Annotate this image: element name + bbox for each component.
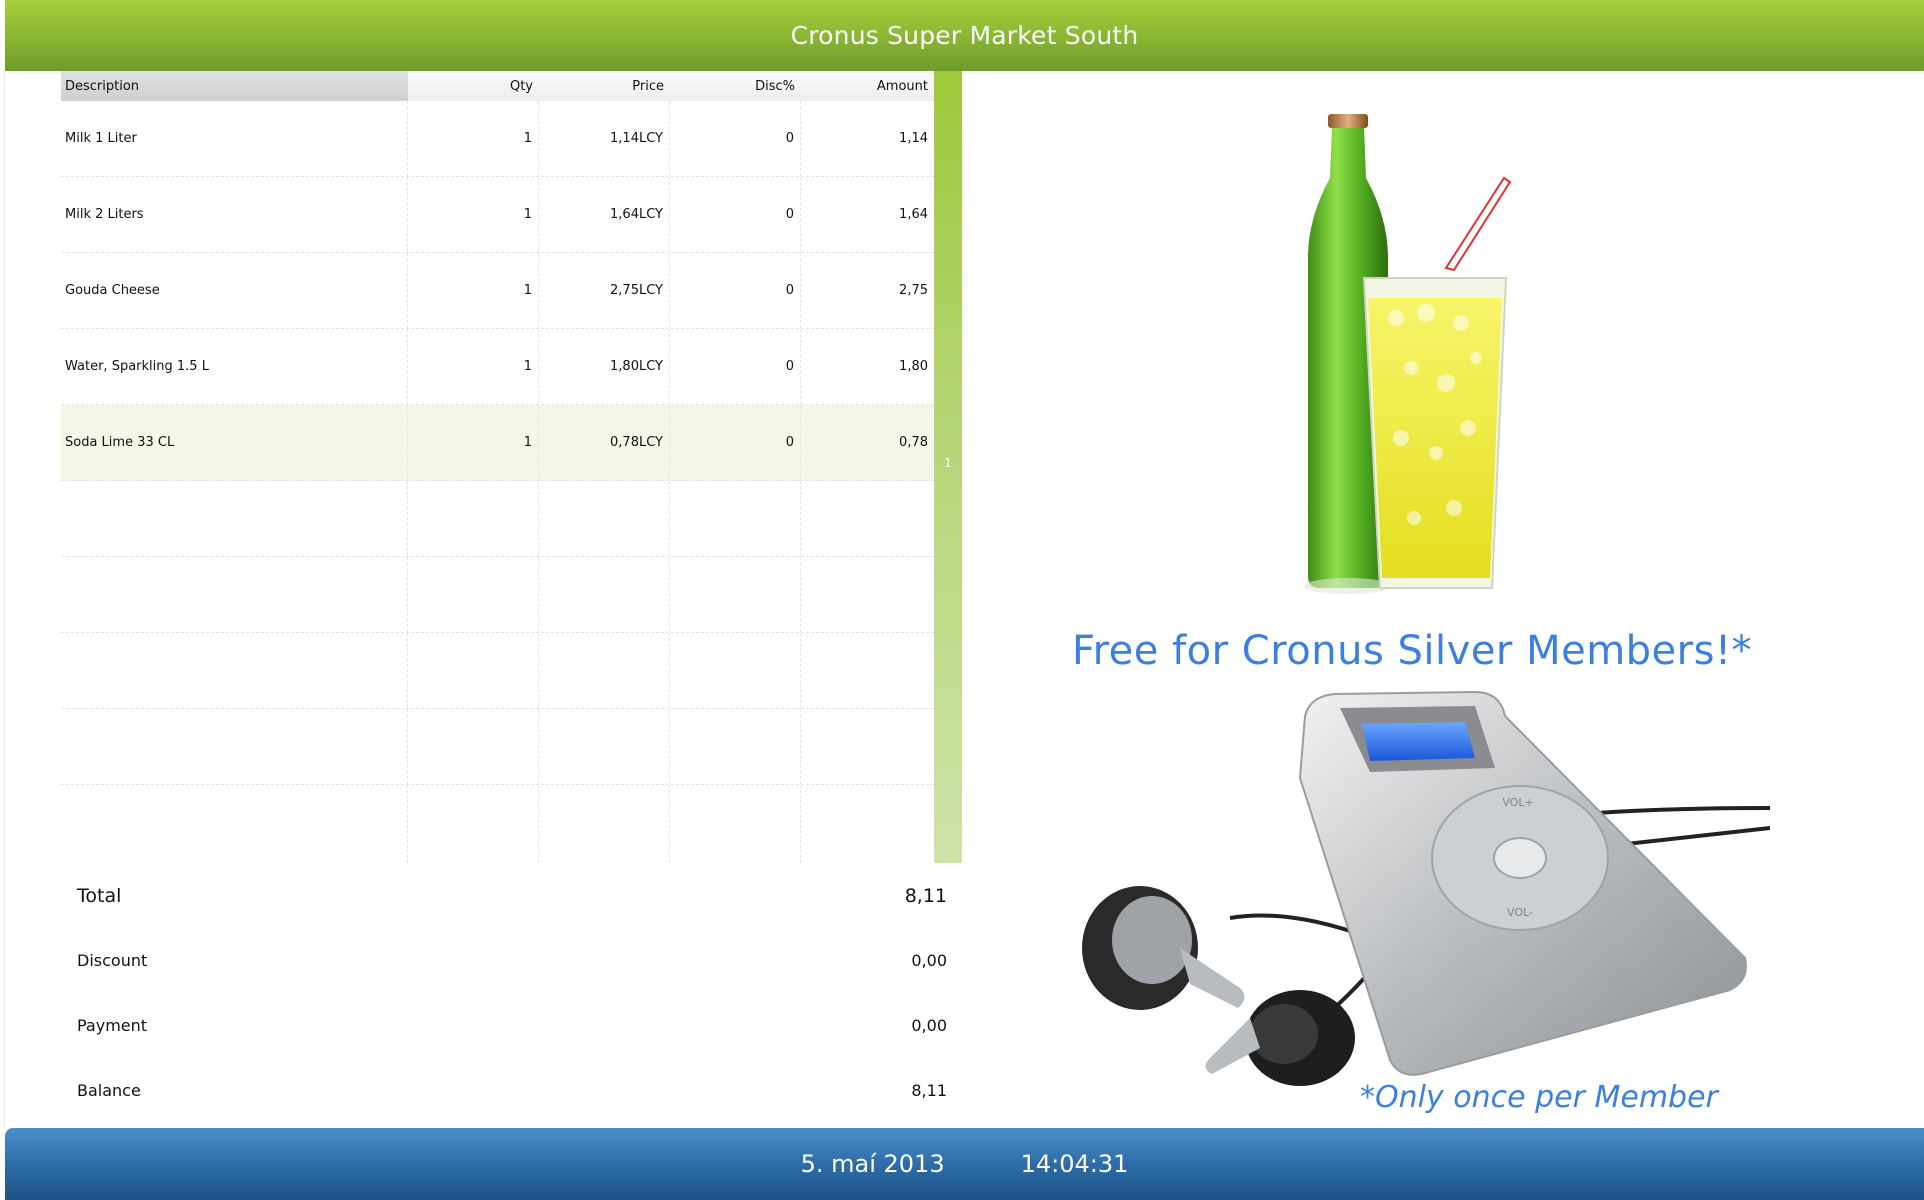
cell-price: 1,14LCY [539, 101, 670, 176]
empty-cell [61, 709, 408, 784]
empty-cell [801, 785, 934, 863]
footer-time: 14:04:31 [1020, 1150, 1129, 1178]
cell-price: 1,64LCY [539, 177, 670, 252]
cell-disc: 0 [670, 253, 801, 328]
vol-down-label: VOL- [1507, 906, 1533, 919]
cell-disc: 0 [670, 329, 801, 404]
grid-scrollbar[interactable]: 1 [934, 71, 962, 863]
empty-row [61, 709, 934, 785]
discount-label: Discount [77, 951, 148, 970]
soda-drink-image [1304, 114, 1512, 594]
cell-qty: 1 [408, 405, 539, 480]
mp3-player-image: VOL+ VOL- [1082, 690, 1770, 1086]
cell-disc: 0 [670, 101, 801, 176]
grid-header-row: Description Qty Price Disc% Amount [61, 71, 934, 101]
cell-qty: 1 [408, 329, 539, 404]
payment-value: 0,00 [911, 1016, 947, 1035]
footer-date: 5. maí 2013 [800, 1150, 945, 1178]
empty-cell [408, 557, 539, 632]
payment-row: Payment 0,00 [77, 1016, 947, 1035]
scroll-page-label: 1 [944, 456, 952, 470]
cell-price: 1,80LCY [539, 329, 670, 404]
left-edge [0, 71, 5, 1128]
col-header-description[interactable]: Description [61, 71, 408, 101]
empty-cell [61, 557, 408, 632]
discount-value: 0,00 [911, 951, 947, 970]
totals-panel: Total 8,11 Discount 0,00 Payment 0,00 Ba… [61, 865, 961, 1125]
empty-cell [801, 557, 934, 632]
cell-disc: 0 [670, 177, 801, 252]
empty-row [61, 785, 934, 863]
cell-price: 2,75LCY [539, 253, 670, 328]
col-header-disc[interactable]: Disc% [670, 71, 801, 101]
total-row: Total 8,11 [77, 885, 947, 907]
empty-cell [801, 709, 934, 784]
col-header-qty[interactable]: Qty [408, 71, 539, 101]
cell-description: Gouda Cheese [61, 253, 408, 328]
customer-display: { "header": { "title": "Cronus Super Mar… [0, 0, 1924, 1200]
table-row[interactable]: Milk 2 Liters 1 1,64LCY 0 1,64 [61, 177, 934, 253]
table-row[interactable]: Milk 1 Liter 1 1,14LCY 0 1,14 [61, 101, 934, 177]
empty-cell [61, 785, 408, 863]
cell-qty: 1 [408, 177, 539, 252]
payment-label: Payment [77, 1016, 148, 1035]
ad-headline: Free for Cronus Silver Members!* [1071, 628, 1752, 674]
cell-amount: 1,14 [899, 131, 928, 146]
cell-price: 0,78LCY [539, 405, 670, 480]
discount-row: Discount 0,00 [77, 951, 947, 970]
receipt-grid: Description Qty Price Disc% Amount Milk … [61, 71, 934, 863]
empty-cell [408, 785, 539, 863]
store-name: Cronus Super Market South [790, 21, 1139, 50]
cell-description: Milk 1 Liter [61, 101, 408, 176]
empty-cell [408, 709, 539, 784]
cell-amount: 1,80 [899, 359, 928, 374]
empty-cell [539, 633, 670, 708]
store-header: Cronus Super Market South [5, 0, 1924, 71]
balance-label: Balance [77, 1081, 141, 1100]
status-footer: 5. maí 2013 14:04:31 [5, 1128, 1924, 1200]
cell-amount: 2,75 [899, 283, 928, 298]
empty-cell [539, 785, 670, 863]
ad-footnote: *Only once per Member [1360, 1080, 1718, 1115]
empty-cell [539, 481, 670, 556]
cell-amount: 0,78 [899, 435, 928, 450]
empty-cell [408, 633, 539, 708]
balance-row: Balance 8,11 [77, 1081, 947, 1100]
empty-row [61, 633, 934, 709]
vol-up-label: VOL+ [1502, 796, 1533, 809]
col-header-price[interactable]: Price [539, 71, 670, 101]
empty-cell [61, 633, 408, 708]
empty-row [61, 557, 934, 633]
cell-qty: 1 [408, 253, 539, 328]
table-row[interactable]: Water, Sparkling 1.5 L 1 1,80LCY 0 1,80 [61, 329, 934, 405]
empty-cell [539, 709, 670, 784]
table-row-selected[interactable]: Soda Lime 33 CL 1 0,78LCY 0 0,78 [61, 405, 934, 481]
cell-disc: 0 [670, 405, 801, 480]
empty-cell [801, 633, 934, 708]
total-label: Total [77, 885, 122, 907]
empty-cell [801, 481, 934, 556]
empty-row [61, 481, 934, 557]
empty-cell [670, 557, 801, 632]
table-row[interactable]: Gouda Cheese 1 2,75LCY 0 2,75 [61, 253, 934, 329]
col-header-amount[interactable]: Amount [801, 71, 934, 101]
cell-qty: 1 [408, 101, 539, 176]
cell-amount: 1,64 [899, 207, 928, 222]
cell-description: Milk 2 Liters [61, 177, 408, 252]
cell-description: Soda Lime 33 CL [61, 405, 408, 480]
empty-cell [670, 709, 801, 784]
empty-cell [670, 633, 801, 708]
grid-body: Milk 1 Liter 1 1,14LCY 0 1,14 Milk 2 Lit… [61, 101, 934, 863]
empty-cell [408, 481, 539, 556]
empty-cell [670, 785, 801, 863]
empty-cell [61, 481, 408, 556]
empty-cell [670, 481, 801, 556]
cell-description: Water, Sparkling 1.5 L [61, 329, 408, 404]
total-value: 8,11 [904, 885, 947, 907]
empty-cell [539, 557, 670, 632]
balance-value: 8,11 [911, 1081, 947, 1100]
